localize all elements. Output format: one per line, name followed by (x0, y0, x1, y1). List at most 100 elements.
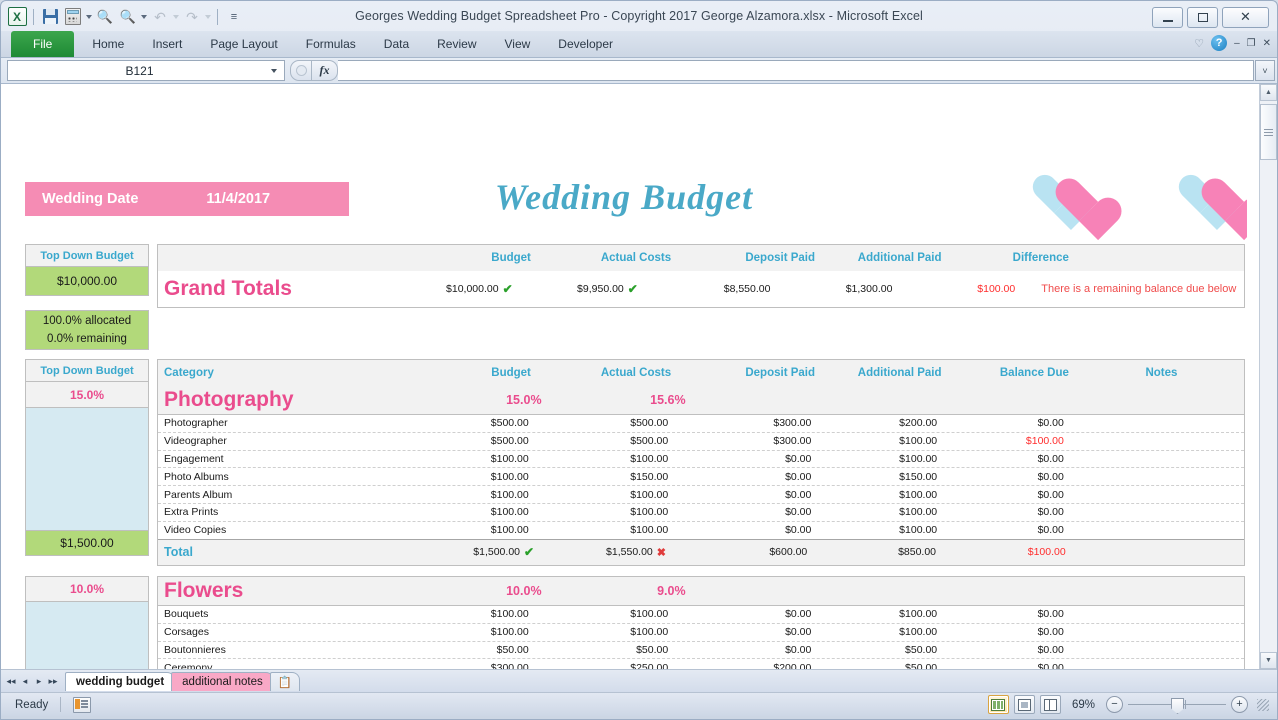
flowers-side-percent[interactable]: 10.0% (25, 576, 149, 602)
next-sheet-icon[interactable]: ▸ (33, 676, 45, 687)
row-additional: $150.00 (821, 471, 947, 483)
tab-view[interactable]: View (491, 31, 545, 57)
status-bar-right: 69% − + (988, 695, 1277, 714)
name-box[interactable]: B121 (7, 60, 285, 81)
table-row[interactable]: Videographer $500.00 $500.00 $300.00 $10… (158, 433, 1244, 451)
vertical-scrollbar[interactable]: ▲ ▼ (1259, 84, 1277, 669)
minimize-window-button[interactable] (1152, 7, 1183, 28)
sheet-tab-additional-notes[interactable]: additional notes (171, 672, 274, 691)
zoom-slider-thumb[interactable] (1171, 698, 1184, 714)
row-additional: $100.00 (821, 608, 947, 620)
record-macro-icon[interactable] (73, 697, 91, 713)
check-icon: ✔ (628, 282, 642, 296)
row-balance: $0.00 (947, 471, 1074, 483)
row-budget: $100.00 (419, 626, 538, 638)
first-sheet-icon[interactable]: ◂◂ (5, 676, 17, 687)
column-header-actual-costs: Actual Costs (541, 367, 681, 379)
table-row[interactable]: Photo Albums $100.00 $150.00 $0.00 $150.… (158, 468, 1244, 486)
row-additional: $100.00 (821, 489, 947, 501)
table-row[interactable]: Bouquets $100.00 $100.00 $0.00 $100.00 $… (158, 606, 1244, 624)
heart-icon (1031, 172, 1109, 228)
photography-side-total[interactable]: $1,500.00 (25, 531, 149, 556)
column-header-category: Category (158, 367, 421, 379)
insert-worksheet-icon[interactable]: 📋 (270, 672, 300, 691)
top-down-budget-header: Top Down Budget (25, 244, 149, 267)
table-row[interactable]: Engagement $100.00 $100.00 $0.00 $100.00… (158, 451, 1244, 469)
column-header-budget: Budget (421, 367, 541, 379)
last-sheet-icon[interactable]: ▸▸ (47, 676, 59, 687)
top-down-budget-value[interactable]: $10,000.00 (25, 267, 149, 296)
formula-input[interactable] (338, 60, 1254, 81)
expand-formula-bar-icon[interactable]: ˅ (1255, 60, 1275, 81)
worksheet-canvas: Wedding Date 11/4/2017 Wedding Budget To… (1, 84, 1247, 669)
grand-totals-header-row: Budget Actual Costs Deposit Paid Additio… (157, 244, 1245, 271)
maximize-window-button[interactable] (1187, 7, 1218, 28)
table-row[interactable]: Photographer $500.00 $500.00 $300.00 $20… (158, 415, 1244, 433)
sheet-tab-wedding-budget[interactable]: wedding budget (65, 672, 175, 691)
normal-view-button[interactable] (988, 695, 1009, 714)
row-additional: $100.00 (821, 435, 947, 447)
grand-totals-note: There is a remaining balance due below (1025, 283, 1244, 295)
window-title: Georges Wedding Budget Spreadsheet Pro -… (1, 9, 1277, 23)
tab-insert[interactable]: Insert (138, 31, 196, 57)
table-row[interactable]: Parents Album $100.00 $100.00 $0.00 $100… (158, 486, 1244, 504)
tab-home[interactable]: Home (78, 31, 138, 57)
grand-totals-additional[interactable]: $1,300.00 (780, 283, 902, 295)
row-budget: $100.00 (419, 506, 538, 518)
name-box-value: B121 (8, 64, 271, 78)
tab-formulas[interactable]: Formulas (292, 31, 370, 57)
grand-totals-actual[interactable]: $9,950.00✔ (517, 282, 642, 296)
tab-developer[interactable]: Developer (544, 31, 627, 57)
zoom-out-button[interactable]: − (1106, 696, 1123, 713)
close-workbook-button[interactable]: ✕ (1263, 38, 1271, 49)
row-category: Photo Albums (158, 471, 419, 483)
zoom-level[interactable]: 69% (1072, 699, 1095, 711)
tab-page-layout[interactable]: Page Layout (196, 31, 291, 57)
table-row[interactable]: Corsages $100.00 $100.00 $0.00 $100.00 $… (158, 624, 1244, 642)
grand-totals-difference[interactable]: $100.00 (902, 283, 1025, 295)
zoom-in-button[interactable]: + (1231, 696, 1248, 713)
row-category: Extra Prints (158, 506, 419, 518)
grand-totals-budget[interactable]: $10,000.00✔ (411, 282, 517, 296)
tab-data[interactable]: Data (370, 31, 423, 57)
restore-workbook-button[interactable]: ❐ (1247, 38, 1256, 49)
page-break-preview-button[interactable] (1040, 695, 1061, 714)
row-deposit: $0.00 (678, 524, 821, 536)
scrollbar-thumb[interactable] (1260, 104, 1277, 160)
photography-budget-percent: 15.0% (428, 393, 551, 407)
minimize-ribbon-chevron-icon[interactable]: ♡ (1194, 37, 1204, 50)
tab-review[interactable]: Review (423, 31, 490, 57)
scroll-down-button[interactable]: ▼ (1260, 652, 1277, 669)
page-layout-view-button[interactable] (1014, 695, 1035, 714)
insert-function-collapse-button[interactable] (290, 60, 312, 81)
help-icon[interactable]: ? (1211, 35, 1227, 51)
insert-function-icon[interactable]: fx (312, 60, 338, 81)
resize-grip-icon[interactable] (1257, 699, 1269, 711)
excel-window: X 🔍 🔍 ↶ ↷ ≡ Georges Wedding Budget Sprea… (0, 0, 1278, 720)
scroll-up-button[interactable]: ▲ (1260, 84, 1277, 101)
table-row[interactable]: Ceremony $300.00 $250.00 $200.00 $50.00 … (158, 659, 1244, 669)
grand-totals-deposit[interactable]: $8,550.00 (642, 283, 781, 295)
minimize-workbook-button[interactable]: – (1234, 38, 1240, 49)
chevron-down-icon[interactable] (271, 69, 277, 73)
window-controls: ✕ (1152, 7, 1269, 28)
total-label: Total (158, 545, 426, 559)
row-deposit: $200.00 (678, 662, 821, 669)
photography-title: Photography (158, 388, 428, 412)
row-actual: $100.00 (539, 524, 678, 536)
table-row[interactable]: Video Copies $100.00 $100.00 $0.00 $100.… (158, 522, 1244, 539)
formula-function-buttons: fx (290, 60, 338, 81)
tab-file[interactable]: File (11, 31, 74, 57)
row-budget: $100.00 (419, 453, 538, 465)
allocation-summary-box: 100.0% allocated 0.0% remaining (25, 310, 149, 350)
row-budget: $300.00 (419, 662, 538, 669)
previous-sheet-icon[interactable]: ◂ (19, 676, 31, 687)
row-actual: $100.00 (539, 506, 678, 518)
table-row[interactable]: Boutonnieres $50.00 $50.00 $0.00 $50.00 … (158, 642, 1244, 660)
status-bar: Ready 69% − + (1, 692, 1277, 716)
zoom-slider[interactable] (1128, 697, 1226, 712)
table-row[interactable]: Extra Prints $100.00 $100.00 $0.00 $100.… (158, 504, 1244, 522)
close-window-button[interactable]: ✕ (1222, 7, 1269, 28)
photography-side-percent[interactable]: 15.0% (25, 382, 149, 408)
check-icon: ✔ (524, 545, 538, 559)
